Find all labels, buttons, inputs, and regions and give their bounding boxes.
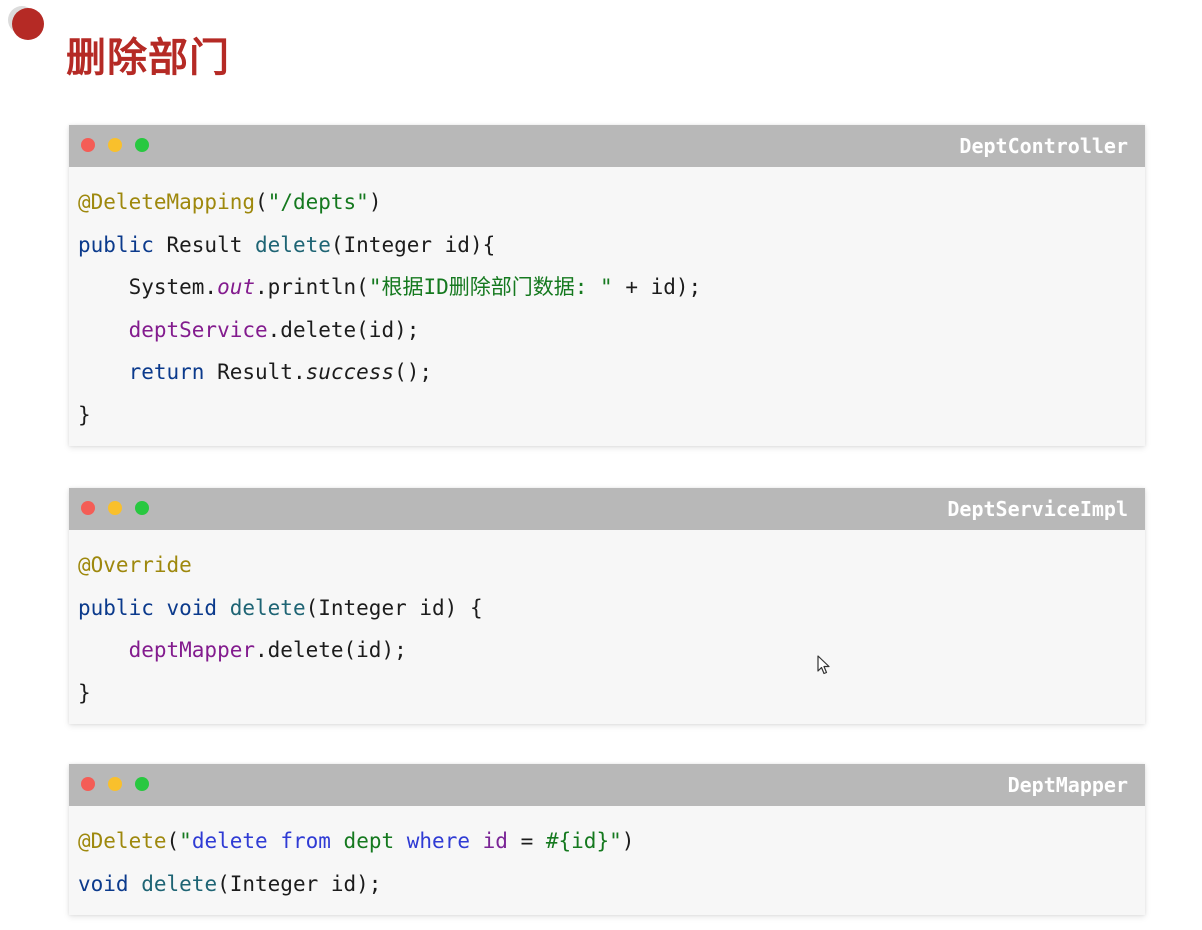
- code-token: void: [78, 871, 129, 896]
- code-block: @DeleteMapping("/depts") public Result de…: [69, 167, 1145, 446]
- window-title: DeptController: [959, 134, 1128, 158]
- code-line: @DeleteMapping("/depts"): [78, 181, 1145, 224]
- minimize-dot-icon[interactable]: [108, 501, 122, 515]
- code-line: }: [78, 394, 1145, 437]
- close-dot-icon[interactable]: [81, 138, 95, 152]
- code-line: void delete(Integer id);: [78, 863, 1145, 906]
- code-token: dept: [343, 829, 395, 853]
- window-titlebar: DeptMapper: [69, 764, 1145, 806]
- code-token: ": [179, 829, 192, 853]
- window-title: DeptServiceImpl: [947, 497, 1128, 521]
- code-token: (: [255, 190, 268, 214]
- code-token: return: [128, 360, 205, 384]
- code-line: deptMapper.delete(id);: [78, 629, 1145, 672]
- maximize-dot-icon[interactable]: [135, 777, 149, 791]
- code-token: public void: [78, 595, 218, 620]
- code-token: @Delete: [78, 829, 167, 853]
- code-line: public void delete(Integer id) {: [78, 587, 1145, 630]
- code-line: }: [78, 672, 1145, 715]
- window-titlebar: DeptServiceImpl: [69, 488, 1145, 530]
- code-line: @Override: [78, 544, 1145, 587]
- code-token: @Override: [78, 553, 192, 577]
- code-token: .println(: [255, 275, 369, 299]
- close-dot-icon[interactable]: [81, 501, 95, 515]
- code-token: ): [368, 190, 382, 214]
- code-token: delete: [141, 871, 218, 896]
- code-token: "/depts": [267, 190, 369, 214]
- minimize-dot-icon[interactable]: [108, 777, 122, 791]
- code-token: deptService: [128, 317, 268, 342]
- code-token: (Integer id);: [217, 871, 382, 896]
- code-line: public Result delete(Integer id){: [78, 224, 1145, 267]
- code-token: }: [78, 402, 91, 427]
- maximize-dot-icon[interactable]: [135, 138, 149, 152]
- minimize-dot-icon[interactable]: [108, 138, 122, 152]
- code-token: }: [78, 680, 91, 705]
- code-token: ": [609, 829, 622, 853]
- code-token: .delete(id);: [267, 317, 420, 342]
- code-token: (: [166, 829, 180, 853]
- code-token: where: [394, 829, 483, 853]
- code-token: public: [78, 232, 154, 257]
- code-token: .delete(id);: [255, 638, 407, 662]
- code-token: delete from: [191, 829, 344, 853]
- code-token: id: [482, 829, 508, 853]
- code-window-dept-service-impl: DeptServiceImpl @Override public void del…: [69, 488, 1145, 724]
- code-line: System.out.println("根据ID删除部门数据: " + id);: [78, 266, 1145, 309]
- code-line: return Result.success();: [78, 351, 1145, 394]
- maximize-dot-icon[interactable]: [135, 501, 149, 515]
- code-token: delete: [255, 232, 331, 257]
- code-token: ): [621, 829, 635, 853]
- code-token: System.: [78, 275, 218, 299]
- code-token: "根据ID删除部门数据: ": [368, 275, 613, 299]
- code-token: delete: [229, 595, 306, 620]
- code-token: @DeleteMapping: [78, 190, 256, 214]
- code-token: (Integer id) {: [305, 595, 483, 620]
- window-title: DeptMapper: [1007, 773, 1128, 797]
- code-window-dept-mapper: DeptMapper @Delete("delete from dept whe…: [69, 764, 1145, 915]
- code-block: @Delete("delete from dept where id = #{i…: [69, 806, 1145, 915]
- window-titlebar: DeptController: [69, 125, 1145, 167]
- code-token: Result: [153, 232, 256, 257]
- slide-bullet-icon: [12, 8, 44, 40]
- mouse-cursor-icon: [817, 655, 830, 675]
- code-token: #{id}: [545, 829, 610, 853]
- close-dot-icon[interactable]: [81, 777, 95, 791]
- code-token: Result.: [204, 360, 306, 384]
- code-line: @Delete("delete from dept where id = #{i…: [78, 820, 1145, 863]
- code-token: + id);: [612, 275, 702, 299]
- code-token: deptMapper: [128, 638, 256, 662]
- code-token: ();: [394, 360, 433, 384]
- code-window-dept-controller: DeptController @DeleteMapping("/depts") p…: [69, 125, 1145, 446]
- code-block: @Override public void delete(Integer id) …: [69, 530, 1145, 724]
- code-token: success: [305, 360, 395, 384]
- code-token: (Integer id){: [330, 232, 496, 257]
- slide-title: 删除部门: [66, 35, 230, 81]
- code-token: out: [217, 275, 256, 299]
- code-line: deptService.delete(id);: [78, 309, 1145, 352]
- code-token: =: [507, 829, 546, 853]
